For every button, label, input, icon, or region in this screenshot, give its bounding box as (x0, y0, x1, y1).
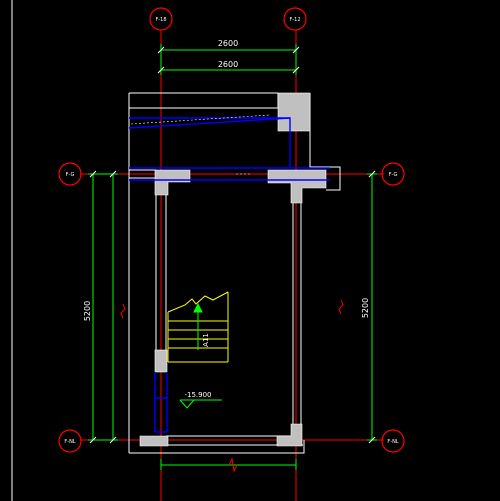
column (277, 92, 311, 132)
dim-left-label: 5200 (83, 301, 92, 321)
axis-bubble-label: F-12 (289, 17, 300, 23)
axis-bubble-mid-left: F-G (58, 162, 82, 186)
axis-bubble-top-right: F-12 (283, 7, 307, 31)
floor-plan-drawing: F-18 F-12 F-G F-G F-NL F-NL 2600 2600 52… (11, 0, 405, 501)
column (267, 169, 327, 204)
dim-top-outer-label: 2600 (218, 39, 238, 48)
axis-bubble-label: F-NL (64, 439, 75, 445)
stair-arrow (193, 302, 203, 350)
axis-bubble-label: F-G (66, 172, 75, 178)
column (276, 423, 303, 447)
axis-bubble-label: F-18 (155, 17, 166, 23)
elevation-mark: -15.900 (179, 391, 222, 409)
dimension-ticks (89, 46, 376, 444)
column (139, 435, 169, 447)
dim-top-inner-label: 2600 (218, 60, 238, 69)
stair-label: A11 (202, 333, 210, 347)
elevation-label: -15.900 (184, 391, 211, 399)
column (154, 349, 168, 373)
axis-bubble-bottom-left: F-NL (58, 429, 82, 453)
column (154, 169, 191, 196)
axis-lines (80, 30, 384, 501)
axis-bubble-mid-right: F-G (381, 162, 405, 186)
axis-bubble-label: F-NL (387, 439, 398, 445)
dim-right-label: 5200 (361, 298, 370, 318)
axis-bubble-top-left: F-18 (149, 7, 173, 31)
columns (139, 92, 327, 447)
axis-bubble-label: F-G (389, 172, 398, 178)
axis-bubble-bottom-right: F-NL (381, 429, 405, 453)
cad-viewport[interactable]: F-18 F-12 F-G F-G F-NL F-NL 2600 2600 52… (0, 0, 500, 501)
blue-outline (128, 117, 330, 433)
